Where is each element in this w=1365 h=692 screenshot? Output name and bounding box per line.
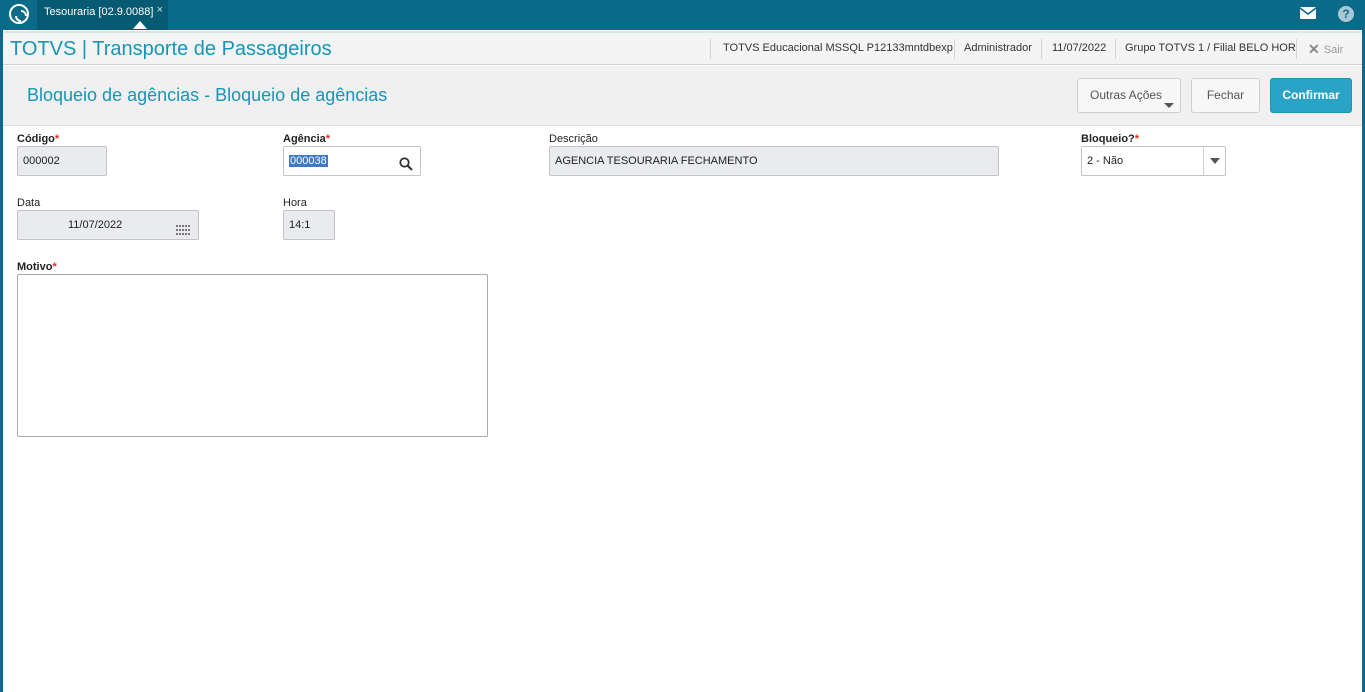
header-separator xyxy=(1296,39,1297,59)
bloqueio-value: 2 - Não xyxy=(1087,155,1124,167)
motivo-textarea[interactable] xyxy=(17,274,488,437)
caret-down-icon xyxy=(1164,103,1174,108)
header-separator xyxy=(954,39,955,59)
codigo-label-text: Código xyxy=(17,133,55,145)
totvs-logo-icon[interactable] xyxy=(9,4,29,24)
required-mark: * xyxy=(54,133,60,145)
header-separator xyxy=(1115,39,1116,59)
codigo-label: Código* xyxy=(17,133,59,145)
bloqueio-select[interactable]: 2 - Não xyxy=(1081,146,1226,176)
hora-value: 14:1 xyxy=(289,219,311,231)
search-icon[interactable] xyxy=(399,154,413,182)
data-value: 11/07/2022 xyxy=(68,219,123,231)
frame-left-border xyxy=(0,30,3,692)
data-label: Data xyxy=(17,197,41,209)
header-separator xyxy=(1041,39,1042,59)
top-bar: Tesouraria [02.9.0088] × ? xyxy=(0,0,1365,30)
tab-active-indicator xyxy=(133,21,147,29)
codigo-field[interactable]: 000002 xyxy=(17,146,107,176)
agencia-label-text: Agência xyxy=(283,133,326,145)
close-icon: ✕ xyxy=(1308,41,1320,57)
descricao-value: AGENCIA TESOURARIA FECHAMENTO xyxy=(555,155,758,167)
page-title: Bloqueio de agências - Bloqueio de agênc… xyxy=(27,85,388,105)
agencia-input[interactable]: 000038 xyxy=(283,146,421,176)
confirmar-button[interactable]: Confirmar xyxy=(1270,78,1352,113)
outras-acoes-button[interactable]: Outras Ações xyxy=(1077,78,1181,113)
logout-button[interactable]: ✕ Sair xyxy=(1308,41,1343,58)
logout-label: Sair xyxy=(1323,44,1344,56)
required-mark: * xyxy=(1134,133,1140,145)
help-icon[interactable]: ? xyxy=(1338,6,1354,22)
descricao-field[interactable]: AGENCIA TESOURARIA FECHAMENTO xyxy=(549,146,999,176)
hora-field[interactable]: 14:1 xyxy=(283,210,335,240)
motivo-label-text: Motivo xyxy=(17,261,53,273)
user-info: Administrador xyxy=(964,42,1032,54)
required-mark: * xyxy=(325,133,331,145)
codigo-value: 000002 xyxy=(23,155,60,167)
agencia-label: Agência* xyxy=(283,133,330,145)
tab-close-icon[interactable]: × xyxy=(157,4,163,16)
fechar-button[interactable]: Fechar xyxy=(1191,78,1260,113)
hora-label: Hora xyxy=(283,197,307,209)
bloqueio-label: Bloqueio?* xyxy=(1081,133,1139,145)
app-title: TOTVS | Transporte de Passageiros xyxy=(10,38,332,60)
motivo-label: Motivo* xyxy=(17,261,57,273)
agencia-value: 000038 xyxy=(289,155,328,167)
tab-tesouraria[interactable]: Tesouraria [02.9.0088] × xyxy=(37,0,168,30)
date-info: 11/07/2022 xyxy=(1052,42,1107,54)
outras-acoes-label: Outras Ações xyxy=(1090,88,1163,102)
mail-icon[interactable] xyxy=(1300,5,1318,23)
environment-info: TOTVS Educacional MSSQL P12133mntdbexp xyxy=(723,42,953,54)
branch-info: Grupo TOTVS 1 / Filial BELO HOR xyxy=(1125,42,1296,54)
calendar-icon[interactable] xyxy=(176,220,192,248)
chevron-down-icon[interactable] xyxy=(1203,147,1225,175)
header-separator xyxy=(710,39,711,59)
app-header: TOTVS | Transporte de Passageiros TOTVS … xyxy=(3,31,1362,65)
data-field[interactable]: 11/07/2022 xyxy=(17,210,199,240)
tab-label: Tesouraria [02.9.0088] xyxy=(44,6,154,18)
bloqueio-label-text: Bloqueio? xyxy=(1081,133,1135,145)
descricao-label: Descrição xyxy=(549,133,598,145)
required-mark: * xyxy=(52,261,57,273)
page-header: Bloqueio de agências - Bloqueio de agênc… xyxy=(3,66,1362,126)
